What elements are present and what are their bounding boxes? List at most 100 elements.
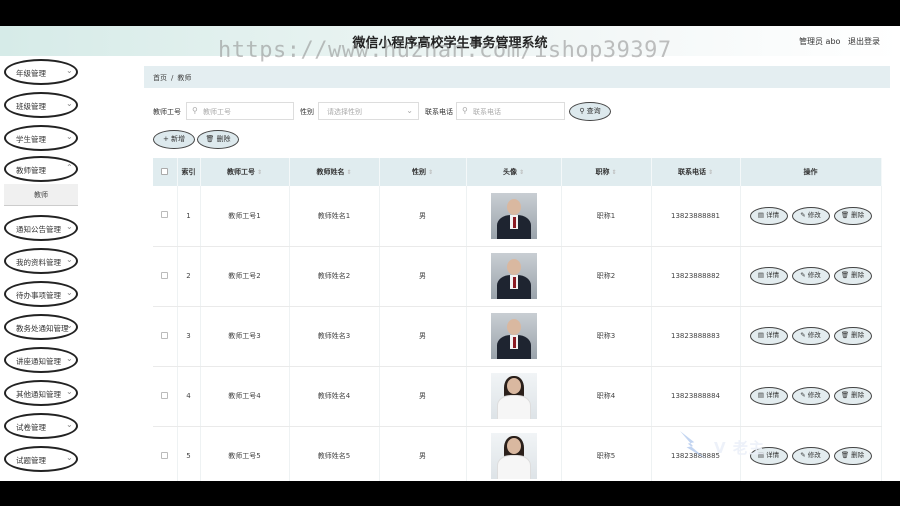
sort-icon: ⇕ xyxy=(427,169,434,176)
sidebar-item-teacher[interactable]: 教师管理 ⌃ xyxy=(4,156,78,182)
sidebar-item-todo[interactable]: 待办事项管理 ⌄ xyxy=(4,281,78,307)
column-header[interactable]: 职称 ⇕ xyxy=(561,158,652,186)
chevron-down-icon: ⌄ xyxy=(406,106,413,115)
avatar xyxy=(490,253,537,299)
batch-delete-button[interactable]: 🗑 删除 xyxy=(197,130,239,149)
column-header[interactable]: 教师工号 ⇕ xyxy=(200,158,290,186)
delete-button[interactable]: 🗑 删除 xyxy=(833,327,872,345)
phone-input[interactable]: ⚲ 联系电话 xyxy=(456,102,565,120)
sidebar-item-lecture-notice[interactable]: 讲座通知管理 ⌄ xyxy=(4,347,78,373)
row-checkbox[interactable] xyxy=(153,186,178,247)
chevron-down-icon: ⌄ xyxy=(66,321,73,330)
detail-button[interactable]: ▤ 详情 xyxy=(749,447,788,465)
table-row: 5 教师工号5 教师姓名5 男职称5 13823888885 ▤ 详情 ✎ 修改 🗑 删除 xyxy=(153,426,882,481)
edit-button[interactable]: ✎ 修改 xyxy=(791,327,830,345)
sidebar-item-student[interactable]: 学生管理 ⌄ xyxy=(4,125,78,151)
avatar-cell xyxy=(466,186,562,247)
edit-button[interactable]: ✎ 修改 xyxy=(791,206,830,225)
sidebar-item-other-notice[interactable]: 其他通知管理 ⌄ xyxy=(4,380,78,406)
sidebar-item-question[interactable]: 试题管理 ⌄ xyxy=(4,446,78,472)
row-index: 2 xyxy=(177,246,201,307)
table-row: 1 教师工号1 教师姓名1 男职称1 13823888881 ▤ 详情 ✎ 修改 🗑 删除 xyxy=(153,186,882,247)
chevron-down-icon: ⌄ xyxy=(66,222,73,231)
sidebar-item-grade[interactable]: 年级管理 ⌄ xyxy=(4,59,78,85)
letterbox-bottom xyxy=(0,481,900,506)
edit-icon: ✎ xyxy=(800,210,808,219)
add-button[interactable]: + 新增 xyxy=(153,130,195,149)
detail-button[interactable]: ▤ 详情 xyxy=(749,387,788,405)
delete-button[interactable]: 🗑 删除 xyxy=(833,387,872,405)
column-header[interactable]: 联系电话 ⇕ xyxy=(651,158,741,186)
row-index: 5 xyxy=(177,426,201,481)
chevron-down-icon: ⌄ xyxy=(66,99,73,108)
sidebar-item-exam-paper[interactable]: 试卷管理 ⌄ xyxy=(4,413,78,439)
detail-button[interactable]: ▤ 详情 xyxy=(749,206,788,225)
phone-cell: 13823888884 xyxy=(651,366,741,427)
teacher-name-cell: 教师姓名3 xyxy=(289,306,380,367)
column-header[interactable]: 性别 ⇕ xyxy=(379,158,467,186)
row-checkbox[interactable] xyxy=(153,426,178,481)
detail-button[interactable]: ▤ 详情 xyxy=(749,327,788,345)
document-icon: ▤ xyxy=(757,451,767,459)
sidebar-item-label: 班级管理 xyxy=(16,102,46,111)
edit-button[interactable]: ✎ 修改 xyxy=(791,447,830,465)
breadcrumb-home[interactable]: 首页 xyxy=(153,74,167,82)
sidebar-item-class[interactable]: 班级管理 ⌄ xyxy=(4,92,78,118)
breadcrumb-separator: / xyxy=(171,74,174,82)
delete-button[interactable]: 🗑 删除 xyxy=(833,447,872,465)
column-header: 操作 xyxy=(740,158,882,186)
column-header[interactable]: 教师姓名 ⇕ xyxy=(289,158,380,186)
teacher-no-cell: 教师工号2 xyxy=(200,246,290,307)
sidebar-item-academic-notice[interactable]: 教务处通知管理 ⌄ xyxy=(4,314,78,340)
letterbox-top xyxy=(0,0,900,26)
app-title: 微信小程序高校学生事务管理系统 xyxy=(352,36,548,51)
teacher-name-cell: 教师姓名2 xyxy=(289,246,380,307)
teacher-name-cell: 教师姓名5 xyxy=(289,426,380,481)
table-header-row: 索引 教师工号 ⇕ 教师姓名 ⇕ 性别 ⇕ 头像 ⇕ 职称 ⇕ 联系电话 ⇕ 操作 xyxy=(153,158,882,186)
document-icon: ▤ xyxy=(757,210,767,219)
gender-label: 性别 xyxy=(300,108,314,116)
sidebar-item-label: 讲座通知管理 xyxy=(16,357,61,366)
sidebar-item-profile[interactable]: 我的资料管理 ⌄ xyxy=(4,248,78,274)
row-checkbox[interactable] xyxy=(153,246,178,307)
chevron-up-icon: ⌃ xyxy=(66,163,73,172)
row-actions: ▤ 详情 ✎ 修改 🗑 删除 xyxy=(740,426,882,481)
edit-button[interactable]: ✎ 修改 xyxy=(791,387,830,405)
query-button[interactable]: ⚲ 查询 xyxy=(569,102,611,121)
edit-icon: ✎ xyxy=(800,271,808,279)
table-row: 2 教师工号2 教师姓名2 男职称2 13823888882 ▤ 详情 ✎ 修改 🗑 删除 xyxy=(153,246,882,307)
title-cell: 职称4 xyxy=(561,366,652,427)
teacher-no-cell: 教师工号3 xyxy=(200,306,290,367)
table-row: 3 教师工号3 教师姓名3 男职称3 13823888883 ▤ 详情 ✎ 修改 🗑 删除 xyxy=(153,306,882,367)
sidebar-item-notice[interactable]: 通知公告管理 ⌄ xyxy=(4,215,78,241)
row-checkbox[interactable] xyxy=(153,306,178,367)
avatar xyxy=(490,373,537,419)
select-all-checkbox[interactable] xyxy=(153,158,178,186)
sort-icon: ⇕ xyxy=(346,169,352,176)
detail-button[interactable]: ▤ 详情 xyxy=(749,267,788,285)
sidebar-item-label: 年级管理 xyxy=(16,69,46,78)
trash-icon: 🗑 xyxy=(205,135,217,143)
edit-icon: ✎ xyxy=(800,451,808,459)
teacher-no-input[interactable]: ⚲ 教师工号 xyxy=(186,102,294,120)
chevron-down-icon: ⌄ xyxy=(66,453,73,462)
delete-button[interactable]: 🗑 删除 xyxy=(833,267,872,285)
submenu-item-teacher[interactable]: 教师 xyxy=(4,184,78,206)
avatar xyxy=(490,433,537,479)
logout-link[interactable]: 退出登录 xyxy=(848,36,880,47)
row-index: 4 xyxy=(177,366,201,427)
phone-cell: 13823888882 xyxy=(651,246,741,307)
avatar-cell xyxy=(466,366,562,427)
trash-icon: 🗑 xyxy=(840,451,852,459)
edit-button[interactable]: ✎ 修改 xyxy=(791,267,830,285)
column-header[interactable]: 头像 ⇕ xyxy=(466,158,562,186)
trash-icon: 🗑 xyxy=(840,331,852,339)
delete-button[interactable]: 🗑 删除 xyxy=(833,206,872,225)
row-checkbox[interactable] xyxy=(153,366,178,427)
sort-icon: ⇕ xyxy=(256,169,263,176)
gender-select[interactable]: 请选择性别 ⌄ xyxy=(318,102,419,120)
phone-cell: 13823888881 xyxy=(651,186,741,247)
document-icon: ▤ xyxy=(757,271,767,279)
teacher-no-cell: 教师工号4 xyxy=(200,366,290,427)
chevron-down-icon: ⌄ xyxy=(66,288,73,297)
